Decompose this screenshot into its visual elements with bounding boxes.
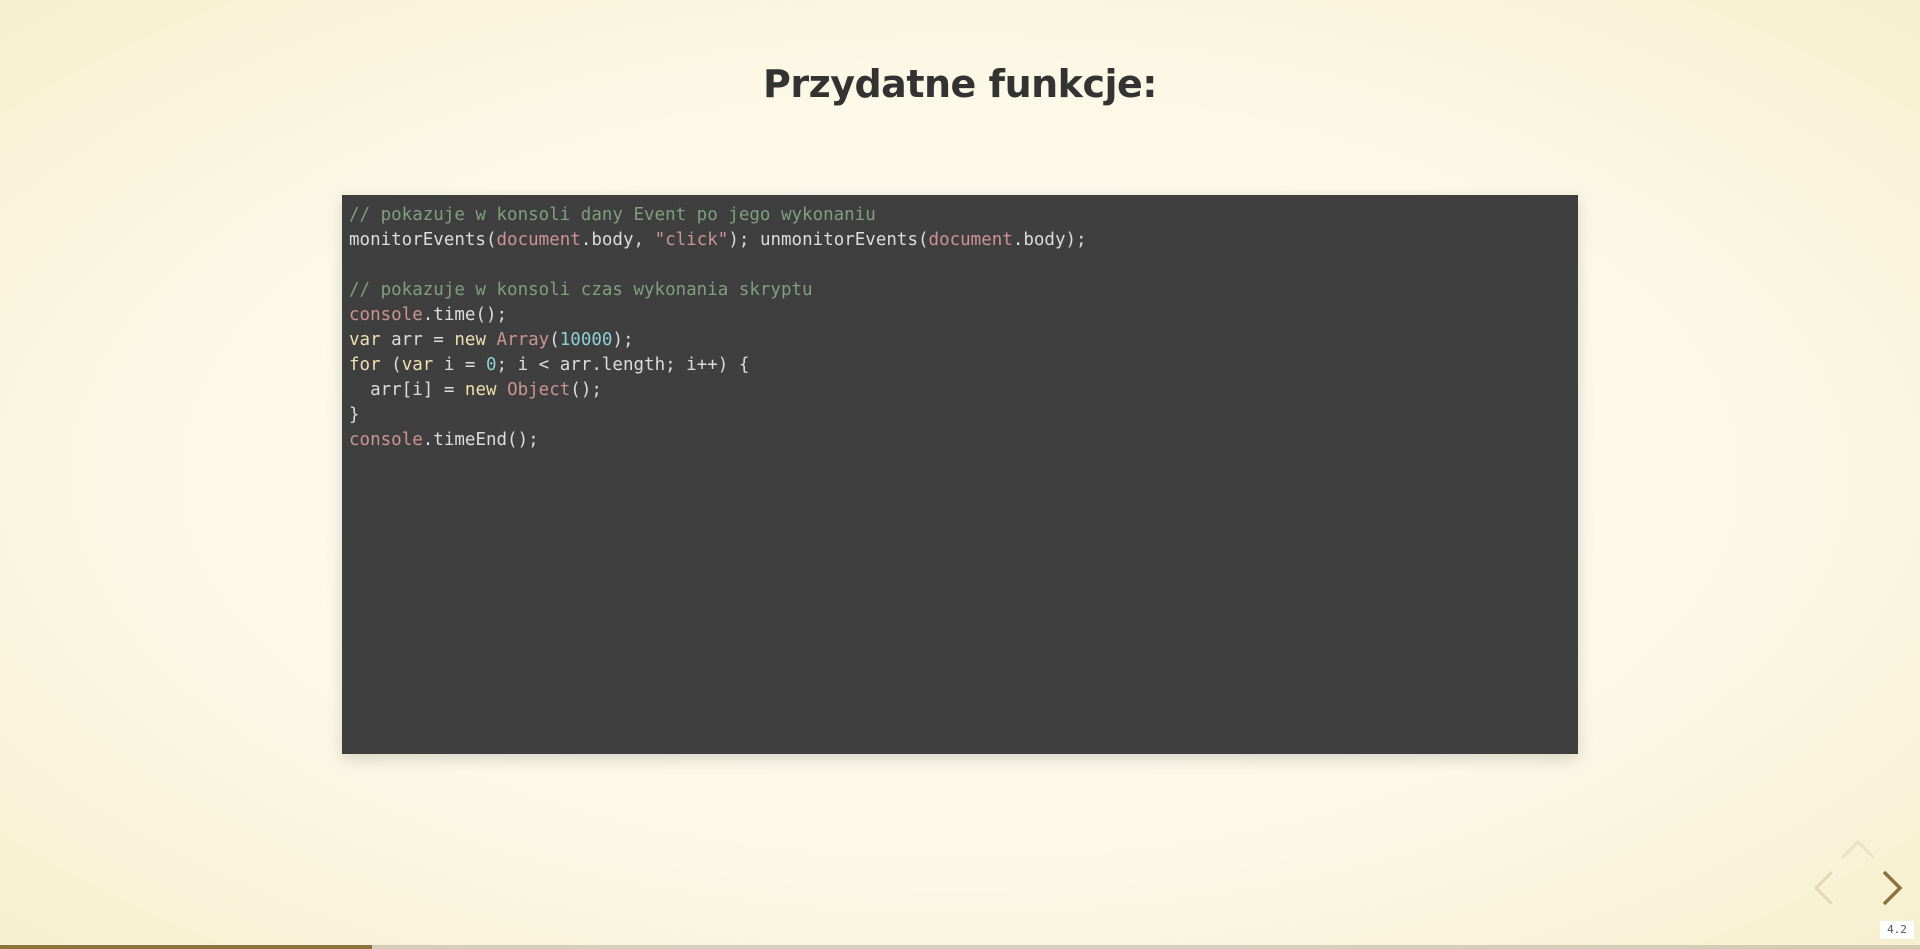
code-token-plain: (); [570, 380, 602, 400]
code-token-number: 0 [485, 355, 497, 375]
code-token-plain: monitorEvents( [349, 230, 497, 250]
code-line: // pokazuje w konsoli dany Event po jego… [349, 203, 1571, 228]
code-token-builtin: Object [507, 380, 571, 400]
code-line: monitorEvents(document.body, "click"); u… [349, 228, 1571, 253]
code-token-string: "click" [654, 230, 729, 250]
code-token-plain: ( [380, 355, 402, 375]
code-token-plain: .body, [580, 230, 655, 250]
code-token-plain: ; i < arr.length; i++) { [496, 355, 750, 375]
code-block: // pokazuje w konsoli dany Event po jego… [342, 195, 1578, 754]
code-line: console.timeEnd(); [349, 428, 1571, 453]
slide-title: Przydatne funkcje: [763, 62, 1157, 106]
code-token-builtin: console [349, 305, 423, 325]
code-line: arr[i] = new Object(); [349, 378, 1571, 403]
code-token-plain: .body); [1012, 230, 1087, 250]
code-token-keyword: var [349, 330, 381, 350]
code-token-builtin: Array [496, 330, 550, 350]
code-token-plain: arr[i] = [349, 380, 465, 400]
code-token-comment: // pokazuje w konsoli czas wykonania skr… [349, 280, 813, 300]
code-token-plain: ); unmonitorEvents( [728, 230, 929, 250]
progress-bar [0, 945, 1920, 949]
code-token-keyword: for [349, 355, 381, 375]
code-token-keyword: new [464, 380, 497, 400]
code-token-builtin: document [496, 230, 581, 250]
code-token-plain: ); [612, 330, 634, 350]
code-line: // pokazuje w konsoli czas wykonania skr… [349, 278, 1571, 303]
code-token-number: 10000 [559, 330, 613, 350]
progress-bar-fill [0, 945, 373, 949]
code-line: } [349, 403, 1571, 428]
chevron-up-icon [1840, 839, 1876, 860]
code-token-plain: arr = [380, 330, 455, 350]
slide-number: 4.2 [1880, 921, 1914, 939]
code-token-plain: .timeEnd(); [422, 430, 539, 450]
code-token-plain: ( [549, 330, 560, 350]
code-token-keyword: new [454, 330, 486, 350]
nav-left-button[interactable] [1812, 870, 1836, 906]
code-line: console.time(); [349, 303, 1571, 328]
code-line: for (var i = 0; i < arr.length; i++) { [349, 353, 1571, 378]
code-token-builtin: console [349, 430, 423, 450]
code-token-plain: .time(); [422, 305, 508, 325]
chevron-left-icon [1813, 870, 1834, 906]
nav-right-button[interactable] [1880, 870, 1904, 906]
code-token-builtin: document [928, 230, 1013, 250]
code-token-comment: // pokazuje w konsoli dany Event po jego… [349, 205, 876, 225]
chevron-right-icon [1882, 870, 1903, 906]
code-line: var arr = new Array(10000); [349, 328, 1571, 353]
code-token-plain: } [349, 405, 360, 425]
code-token-keyword: var [401, 355, 434, 375]
nav-up-button[interactable] [1840, 838, 1876, 862]
code-token-plain: i = [433, 355, 486, 375]
